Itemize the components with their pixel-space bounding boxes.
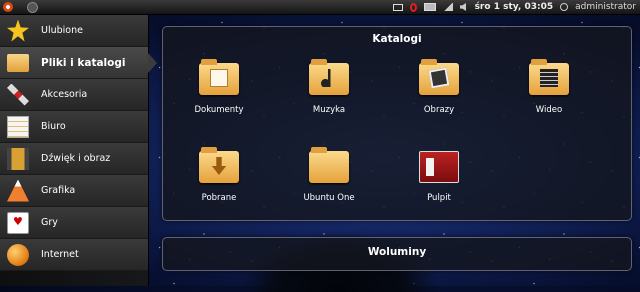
folder-label: Muzyka <box>312 105 346 115</box>
documents-folder-icon <box>199 59 239 95</box>
battery-icon[interactable] <box>423 3 436 11</box>
folder-label: Pulpit <box>427 193 451 203</box>
office-icon <box>7 115 29 138</box>
mail-icon[interactable] <box>392 3 403 11</box>
star-icon <box>7 19 29 42</box>
sidebar-item-favorites[interactable]: Ulubione <box>0 15 148 47</box>
folder-tile-music[interactable]: Muzyka <box>279 59 379 115</box>
sidebar-item-office[interactable]: Biuro <box>0 111 148 143</box>
system-tray: śro 1 sty, 03:05 administrator <box>392 0 640 14</box>
network-icon[interactable] <box>442 3 453 11</box>
sidebar-item-graphics[interactable]: Grafika <box>0 175 148 207</box>
volumes-panel: Woluminy <box>162 237 632 271</box>
top-panel: śro 1 sty, 03:05 administrator <box>0 0 640 15</box>
folder-tile-ubuntu-one[interactable]: Ubuntu One <box>279 147 379 203</box>
desktop-icon <box>419 151 459 183</box>
sidebar-item-games[interactable]: Gry <box>0 207 148 239</box>
sidebar-item-label: Internet <box>41 249 79 260</box>
folder-tile-pictures[interactable]: Obrazy <box>389 59 489 115</box>
sidebar-item-label: Pliki i katalogi <box>41 56 126 69</box>
folder-label: Ubuntu One <box>303 193 355 203</box>
user-name[interactable]: administrator <box>575 2 636 12</box>
sidebar-item-accessories[interactable]: Akcesoria <box>0 79 148 111</box>
media-icon <box>7 147 29 170</box>
folder-label: Obrazy <box>423 105 455 115</box>
sidebar-item-label: Dźwięk i obraz <box>41 153 111 164</box>
opera-icon[interactable] <box>409 2 417 12</box>
ubuntu-logo-icon[interactable] <box>3 2 13 12</box>
tools-icon <box>7 83 29 106</box>
sidebar-item-internet[interactable]: Internet <box>0 239 148 271</box>
folder-tile-desktop[interactable]: Pulpit <box>389 151 489 203</box>
indicator-icon[interactable] <box>27 1 38 13</box>
category-sidebar: Ulubione Pliki i katalogi Akcesoria Biur… <box>0 15 157 286</box>
volume-icon[interactable] <box>459 3 466 11</box>
sidebar-item-sound-and-video[interactable]: Dźwięk i obraz <box>0 143 148 175</box>
folder-tile-videos[interactable]: Wideo <box>499 59 599 115</box>
pictures-folder-icon <box>419 59 459 95</box>
folder-label: Wideo <box>535 105 563 115</box>
sidebar-item-label: Biuro <box>41 121 66 132</box>
ubuntu-one-folder-icon <box>309 147 349 183</box>
panel-title: Woluminy <box>367 246 427 258</box>
sidebar-item-label: Ulubione <box>41 25 83 36</box>
sidebar-item-label: Akcesoria <box>41 89 88 100</box>
downloads-folder-icon <box>199 147 239 183</box>
music-folder-icon <box>309 59 349 95</box>
power-icon[interactable] <box>560 3 569 11</box>
folder-tile-documents[interactable]: Dokumenty <box>169 59 269 115</box>
folder-label: Dokumenty <box>194 105 244 115</box>
catalogs-panel: Katalogi Dokumenty Muzyka Obrazy Wideo P… <box>162 26 632 221</box>
videos-folder-icon <box>529 59 569 95</box>
sidebar-item-label: Gry <box>41 217 58 228</box>
graphics-icon <box>7 179 29 202</box>
globe-icon <box>7 243 29 266</box>
cards-icon <box>7 211 29 234</box>
folder-tile-downloads[interactable]: Pobrane <box>169 147 269 203</box>
folder-label: Pobrane <box>201 193 237 203</box>
clock[interactable]: śro 1 sty, 03:05 <box>475 2 554 12</box>
panel-title: Katalogi <box>372 33 422 45</box>
sidebar-item-label: Grafika <box>41 185 76 196</box>
folder-icon <box>7 53 29 72</box>
sidebar-item-files-and-folders[interactable]: Pliki i katalogi <box>0 47 157 79</box>
